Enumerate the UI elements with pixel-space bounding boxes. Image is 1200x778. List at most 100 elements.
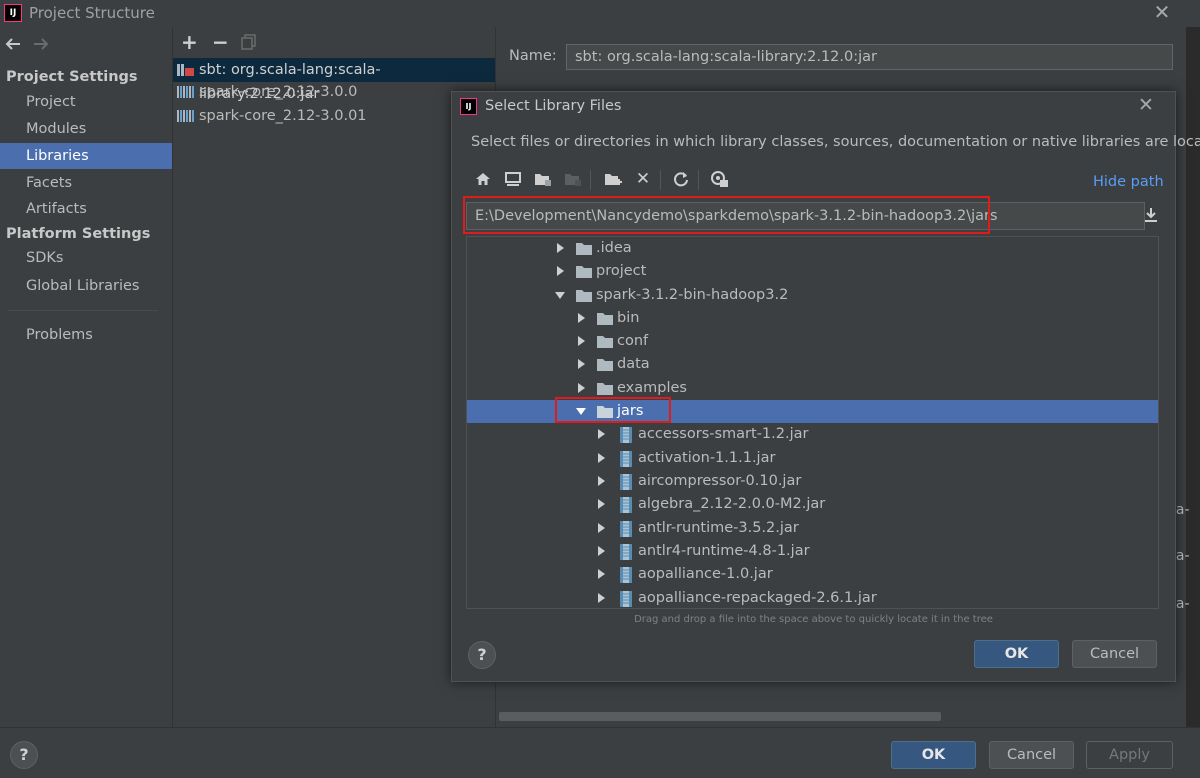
tree-node-label: conf xyxy=(617,333,649,349)
expand-arrow-icon[interactable] xyxy=(595,428,607,440)
library-item-spark-core-1[interactable]: spark-core_2.12-3.0.0 xyxy=(173,80,495,104)
home-icon[interactable] xyxy=(472,168,494,190)
jar-archive-icon xyxy=(619,544,633,560)
add-library-icon[interactable]: + xyxy=(181,32,198,52)
show-hidden-icon[interactable] xyxy=(708,168,730,190)
tree-node-jar[interactable]: aopalliance-repackaged-2.6.1.jar xyxy=(467,587,1158,608)
jar-archive-icon xyxy=(619,591,633,607)
tree-node-jar[interactable]: accessors-smart-1.2.jar xyxy=(467,423,1158,446)
library-name-input[interactable]: sbt: org.scala-lang:scala-library:2.12.0… xyxy=(566,44,1173,70)
tree-node-label: antlr-runtime-3.5.2.jar xyxy=(638,520,799,536)
jar-archive-icon xyxy=(619,474,633,490)
tree-node-jar[interactable]: activation-1.1.1.jar xyxy=(467,447,1158,470)
tree-node-label: project xyxy=(596,263,647,279)
nav-item-artifacts[interactable]: Artifacts xyxy=(0,196,172,222)
jar-archive-icon xyxy=(619,567,633,583)
expand-arrow-icon[interactable] xyxy=(575,312,587,324)
library-icon xyxy=(177,109,195,123)
jar-archive-icon xyxy=(619,497,633,513)
library-item-label: spark-core_2.12-3.0.01 xyxy=(199,108,367,124)
tree-node-idea[interactable]: .idea xyxy=(467,237,1158,260)
refresh-icon[interactable] xyxy=(670,168,692,190)
expand-arrow-icon[interactable] xyxy=(575,382,587,394)
nav-item-project[interactable]: Project xyxy=(0,89,172,115)
jar-archive-icon xyxy=(619,451,633,467)
expand-arrow-icon[interactable] xyxy=(595,592,607,604)
path-annotation-highlight xyxy=(463,196,990,234)
tree-node-spark[interactable]: spark-3.1.2-bin-hadoop3.2 xyxy=(467,284,1158,307)
expand-arrow-icon[interactable] xyxy=(595,522,607,534)
tree-node-jar[interactable]: aopalliance-1.0.jar xyxy=(467,563,1158,586)
folder-icon xyxy=(596,357,614,372)
nav-item-modules[interactable]: Modules xyxy=(0,116,172,142)
library-item-scala-library[interactable]: sbt: org.scala-lang:scala-library:2.12.0… xyxy=(173,58,495,102)
dialog-close-icon[interactable]: ✕ xyxy=(1136,96,1156,116)
delete-icon[interactable]: ✕ xyxy=(632,168,654,190)
tree-node-jar[interactable]: antlr-runtime-3.5.2.jar xyxy=(467,517,1158,540)
jars-annotation-highlight xyxy=(555,397,671,423)
jar-archive-icon xyxy=(619,427,633,443)
folder-icon xyxy=(596,381,614,396)
expand-arrow-icon[interactable] xyxy=(575,358,587,370)
nav-item-sdks[interactable]: SDKs xyxy=(0,245,172,271)
collapse-arrow-icon[interactable] xyxy=(554,289,566,301)
tree-node-label: aopalliance-repackaged-2.6.1.jar xyxy=(638,590,877,606)
dialog-ok-button[interactable]: OK xyxy=(974,640,1059,668)
remove-library-icon[interactable]: − xyxy=(212,32,229,52)
download-icon[interactable] xyxy=(1140,204,1162,226)
tree-node-data[interactable]: data xyxy=(467,353,1158,376)
tree-node-jar[interactable]: aircompressor-0.10.jar xyxy=(467,470,1158,493)
expand-arrow-icon[interactable] xyxy=(595,568,607,580)
cancel-button[interactable]: Cancel xyxy=(989,741,1074,769)
folder-icon xyxy=(596,311,614,326)
expand-arrow-icon[interactable] xyxy=(554,242,566,254)
tree-node-project[interactable]: project xyxy=(467,260,1158,283)
expand-arrow-icon[interactable] xyxy=(595,452,607,464)
expand-arrow-icon[interactable] xyxy=(595,545,607,557)
folder-icon xyxy=(575,264,593,279)
nav-item-libraries[interactable]: Libraries xyxy=(0,143,172,169)
library-item-spark-core-2[interactable]: spark-core_2.12-3.0.01 xyxy=(173,104,495,128)
tree-node-conf[interactable]: conf xyxy=(467,330,1158,353)
tree-node-jar[interactable]: algebra_2.12-2.0.0-M2.jar xyxy=(467,493,1158,516)
tree-node-jar[interactable]: antlr4-runtime-4.8-1.jar xyxy=(467,540,1158,563)
dialog-title: Select Library Files xyxy=(485,98,622,114)
tree-node-bin[interactable]: bin xyxy=(467,307,1158,330)
tree-node-label: aircompressor-0.10.jar xyxy=(638,473,802,489)
tree-node-label: algebra_2.12-2.0.0-M2.jar xyxy=(638,496,826,512)
folder-icon xyxy=(596,334,614,349)
background-panel-edge xyxy=(1186,27,1200,727)
expand-arrow-icon[interactable] xyxy=(595,498,607,510)
nav-item-global-libraries[interactable]: Global Libraries xyxy=(0,273,172,299)
nav-divider xyxy=(8,310,158,311)
project-settings-header: Project Settings xyxy=(6,69,138,85)
name-label: Name: xyxy=(509,48,557,64)
window-titlebar: IJ Project Structure ✕ xyxy=(0,0,1200,27)
folder-icon xyxy=(575,241,593,256)
tree-node-label: aopalliance-1.0.jar xyxy=(638,566,773,582)
hide-path-link[interactable]: Hide path xyxy=(1093,174,1164,190)
nav-item-problems[interactable]: Problems xyxy=(0,322,172,348)
jar-archive-icon xyxy=(619,521,633,537)
help-button[interactable]: ? xyxy=(10,741,38,769)
apply-button: Apply xyxy=(1086,741,1173,769)
expand-arrow-icon[interactable] xyxy=(575,335,587,347)
horizontal-scrollbar[interactable] xyxy=(499,712,941,721)
window-close-icon[interactable]: ✕ xyxy=(1152,2,1172,23)
project-folder-icon[interactable] xyxy=(532,168,554,190)
toolbar-separator xyxy=(660,170,661,190)
new-folder-icon[interactable] xyxy=(602,168,624,190)
arrow-left-icon[interactable] xyxy=(3,35,23,53)
dialog-help-button[interactable]: ? xyxy=(468,641,496,669)
expand-arrow-icon[interactable] xyxy=(554,265,566,277)
dialog-cancel-button[interactable]: Cancel xyxy=(1072,640,1157,668)
dialog-description: Select files or directories in which lib… xyxy=(471,134,1200,150)
nav-item-facets[interactable]: Facets xyxy=(0,170,172,196)
desktop-icon[interactable] xyxy=(502,168,524,190)
folder-icon xyxy=(575,288,593,303)
tree-node-label: bin xyxy=(617,310,640,326)
ok-button[interactable]: OK xyxy=(891,741,976,769)
expand-arrow-icon[interactable] xyxy=(595,475,607,487)
tree-node-label: .idea xyxy=(596,240,632,256)
library-item-label: spark-core_2.12-3.0.0 xyxy=(199,84,358,100)
